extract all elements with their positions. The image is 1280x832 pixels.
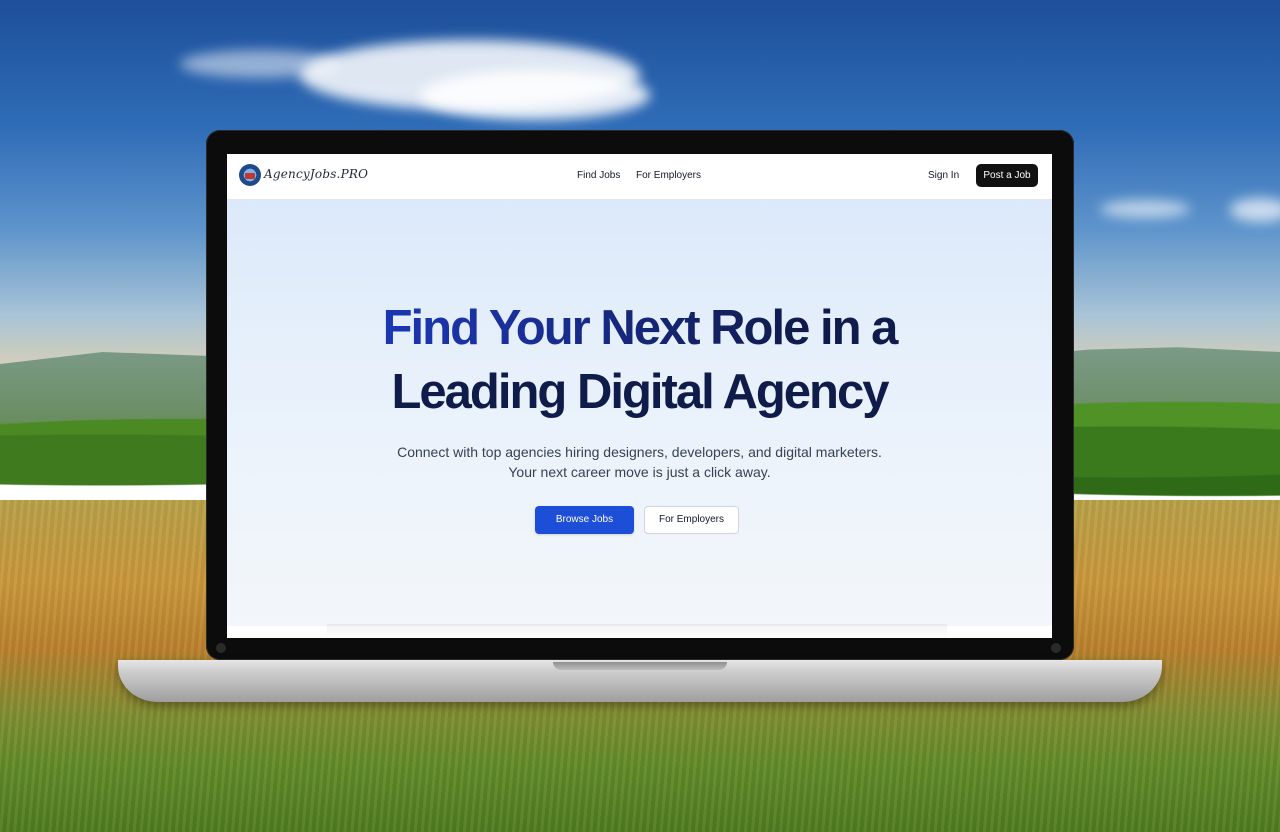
post-job-button[interactable]: Post a Job: [976, 164, 1038, 187]
sign-in-link[interactable]: Sign In: [928, 170, 959, 181]
bezel-screw: [1051, 643, 1061, 653]
cloud: [420, 70, 650, 120]
bezel-screw: [216, 643, 226, 653]
logo-text[interactable]: AgencyJobs.PRO: [264, 167, 368, 181]
browse-jobs-button[interactable]: Browse Jobs: [535, 506, 634, 534]
laptop-screen: AgencyJobs.PRO Find Jobs For Employers S…: [227, 154, 1052, 638]
hero-subtext: Connect with top agencies hiring designe…: [397, 444, 882, 480]
section-divider-shadow: [327, 624, 947, 638]
briefcase-logo-icon[interactable]: [239, 164, 261, 186]
cloud: [180, 50, 340, 78]
cloud: [1100, 200, 1190, 218]
headline-line-2: Leading Digital Agency: [391, 365, 890, 419]
nav-for-employers[interactable]: For Employers: [636, 170, 701, 181]
hero-section: Find Your Next Role in a Leading Digital…: [227, 200, 1052, 626]
headline-line-1: Find Your Next Role in a: [227, 296, 1052, 360]
nav-find-jobs[interactable]: Find Jobs: [577, 170, 620, 181]
laptop-hinge-notch: [553, 662, 727, 670]
site-header: AgencyJobs.PRO Find Jobs For Employers S…: [227, 154, 1052, 200]
for-employers-button[interactable]: For Employers: [644, 506, 739, 534]
hero-headline: Find Your Next Role in a Leading Digital…: [227, 296, 1052, 424]
